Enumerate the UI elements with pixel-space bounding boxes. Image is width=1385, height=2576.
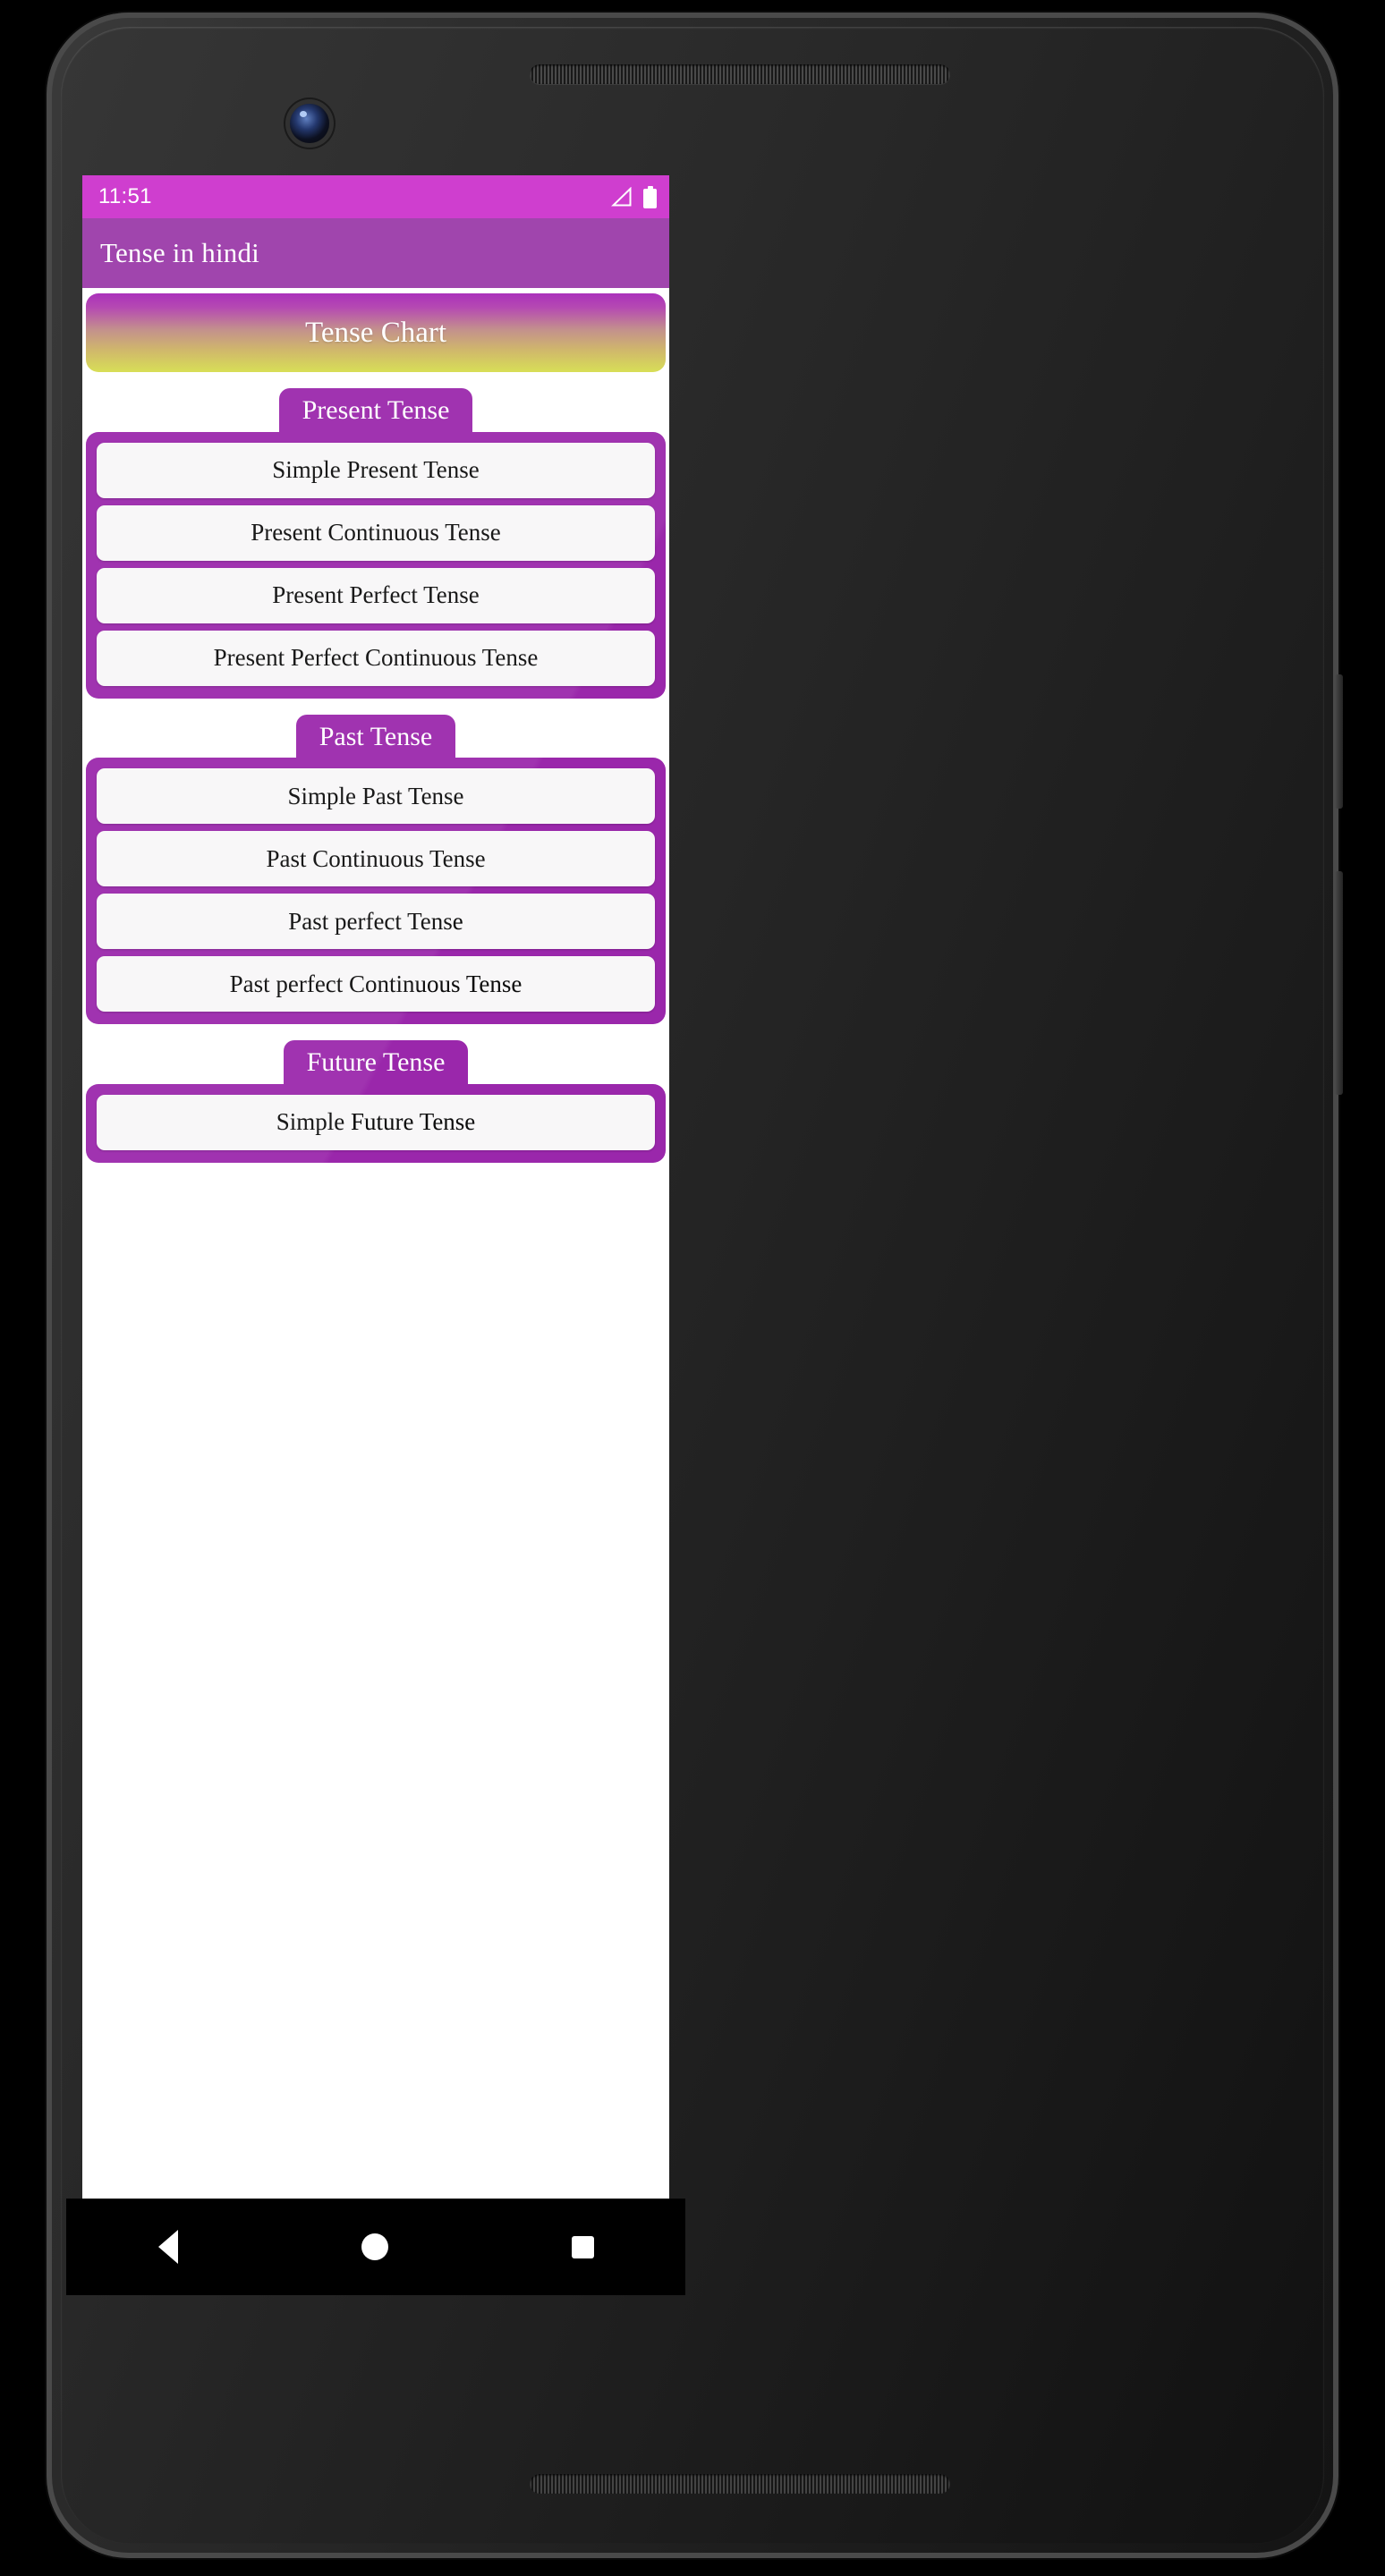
app-bar: Tense in hindi [82,218,669,288]
bottom-speaker [530,2474,950,2494]
status-bar-icons [610,185,657,208]
tense-chart-banner[interactable]: Tense Chart [86,293,666,372]
volume-button[interactable] [1335,871,1343,1095]
section-card-present-tense: Simple Present Tense Present Continuous … [86,431,666,699]
tense-chart-banner-label: Tense Chart [304,316,447,349]
section-future-tense: Future Tense Simple Future Tense [82,1040,669,1163]
list-item[interactable]: Past perfect Tense [97,894,655,949]
battery-icon [643,185,657,208]
list-item[interactable]: Past perfect Continuous Tense [97,956,655,1012]
section-present-tense: Present Tense Simple Present Tense Prese… [82,388,669,699]
status-bar-clock: 11:51 [98,184,152,208]
page-title: Tense in hindi [100,237,259,268]
status-bar: 11:51 [82,175,669,218]
home-circle-icon[interactable] [361,2233,388,2260]
list-item[interactable]: Past Continuous Tense [97,831,655,886]
list-item[interactable]: Simple Present Tense [97,442,655,498]
front-camera-icon [290,104,329,143]
list-item[interactable]: Present Perfect Tense [97,567,655,623]
list-item[interactable]: Simple Past Tense [97,768,655,824]
android-nav-bar [66,2199,685,2295]
list-item[interactable]: Simple Future Tense [97,1094,655,1150]
section-past-tense: Past Tense Simple Past Tense Past Contin… [82,714,669,1024]
section-card-past-tense: Simple Past Tense Past Continuous Tense … [86,758,666,1024]
recents-square-icon[interactable] [571,2235,594,2258]
section-card-future-tense: Simple Future Tense [86,1083,666,1163]
earpiece-speaker [530,64,950,84]
signal-triangle-icon [611,186,632,206]
power-button[interactable] [1335,674,1343,809]
section-tab-future-tense[interactable]: Future Tense [283,1040,469,1091]
phone-screen: 11:51 Tense in hindi Tense Chart Present… [82,175,669,2199]
section-tab-past-tense[interactable]: Past Tense [295,714,456,765]
back-triangle-icon[interactable] [157,2230,178,2264]
list-item[interactable]: Present Perfect Continuous Tense [97,630,655,686]
list-item[interactable]: Present Continuous Tense [97,504,655,561]
section-tab-present-tense[interactable]: Present Tense [278,388,473,439]
